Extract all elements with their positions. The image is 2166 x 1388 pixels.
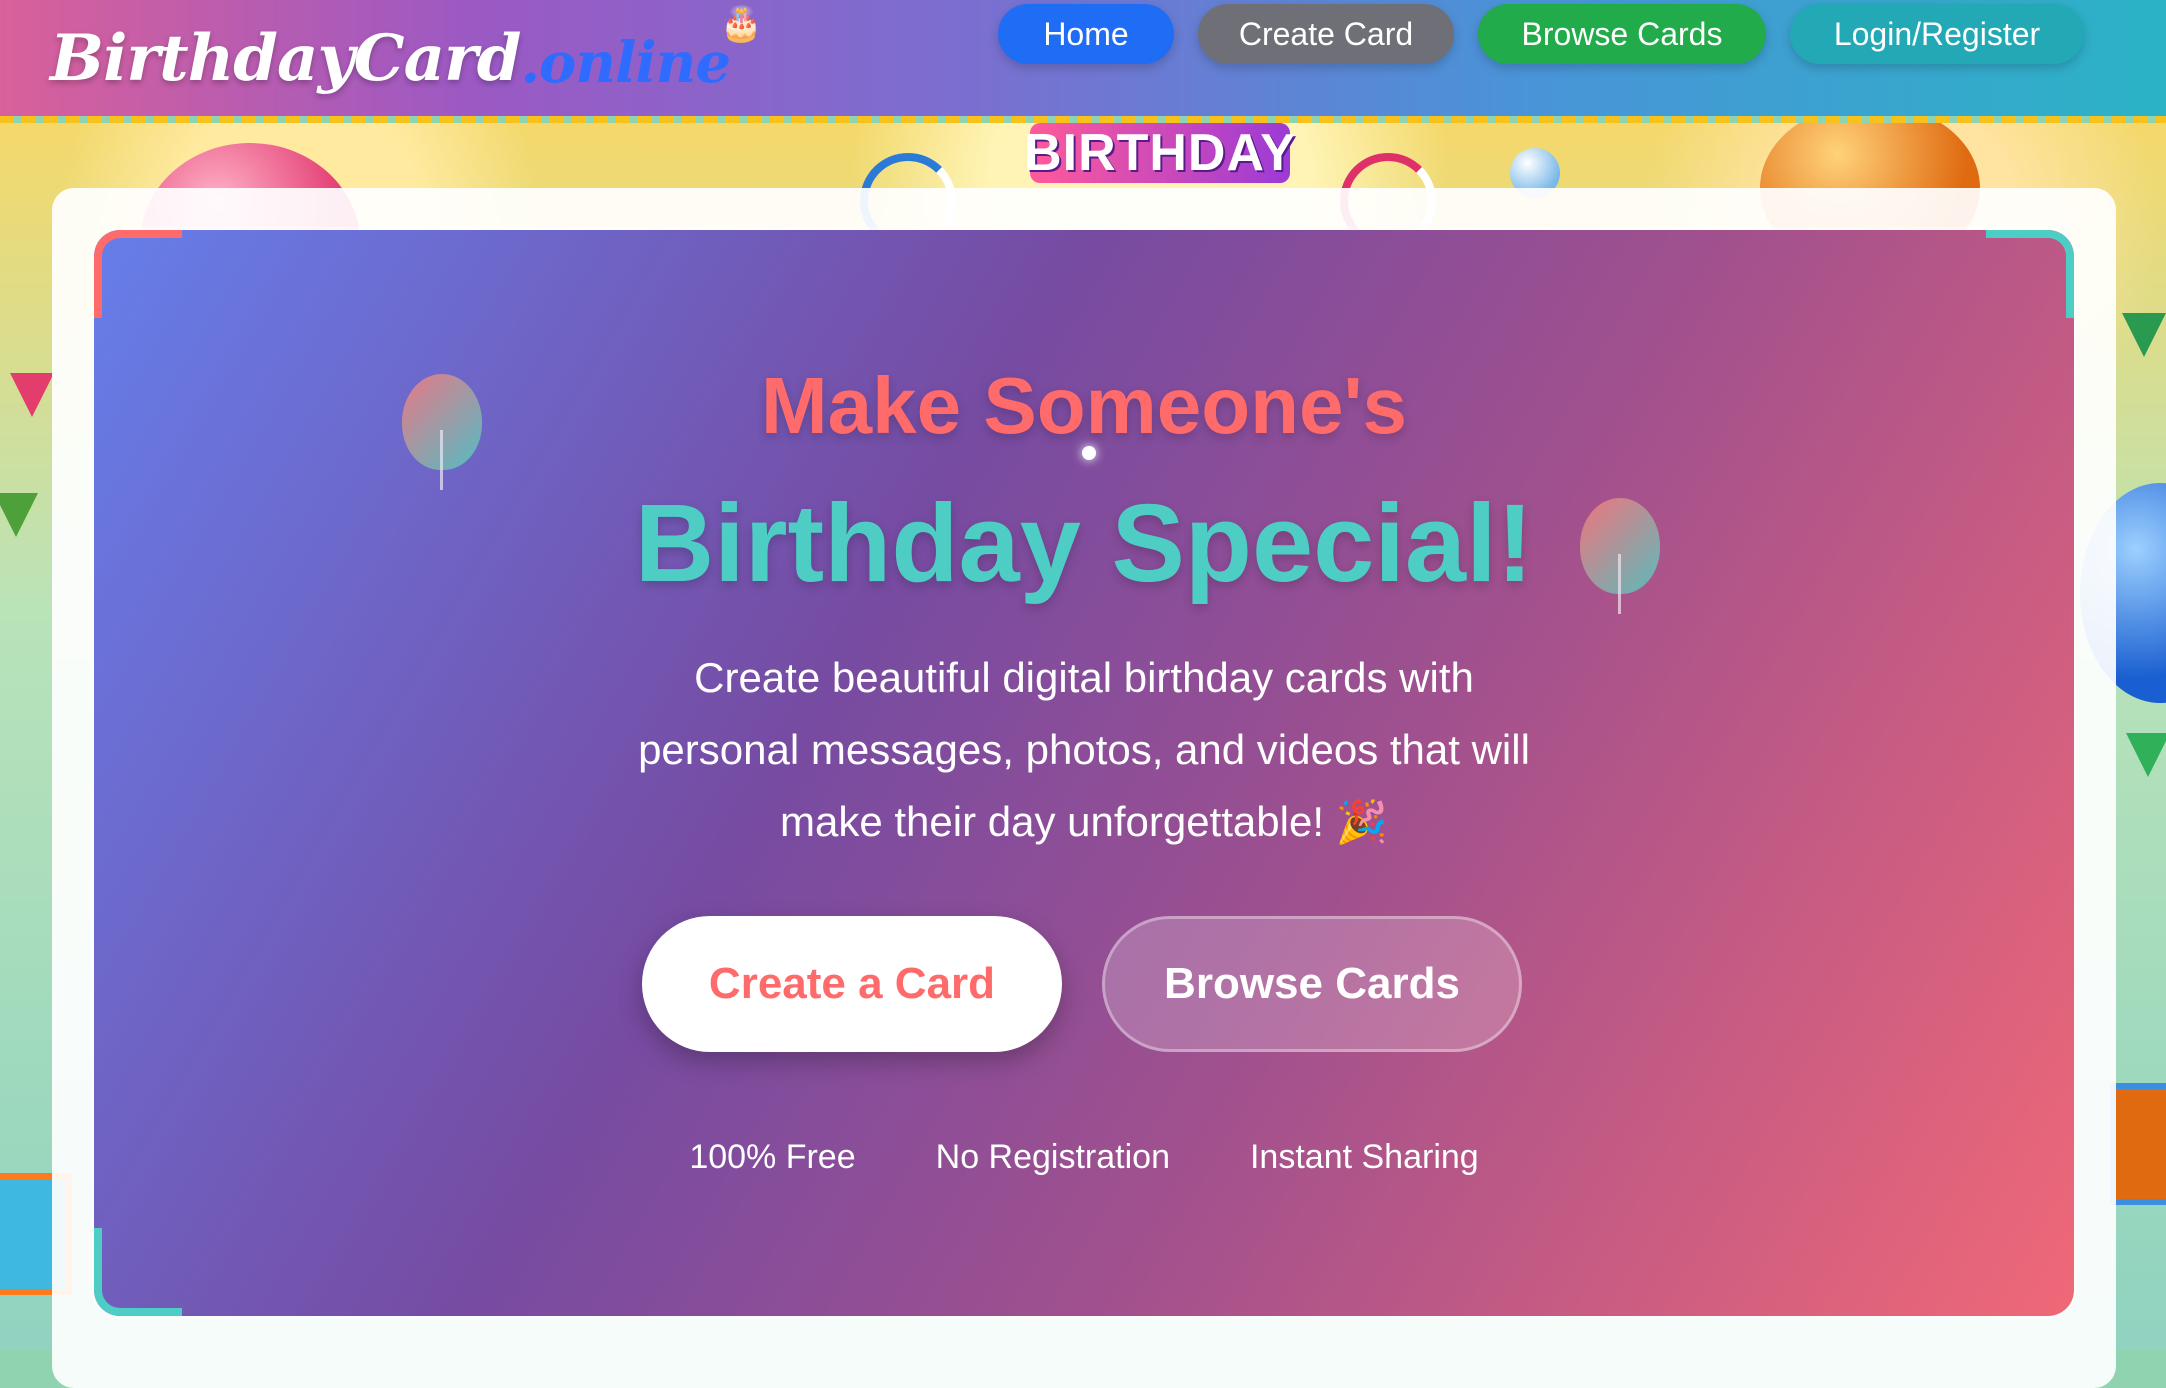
corner-accent <box>94 1228 182 1316</box>
feature-list: 100% Free No Registration Instant Sharin… <box>94 1138 2074 1177</box>
corner-accent <box>94 230 182 318</box>
gift-box-decoration <box>2110 1083 2166 1205</box>
nav-browse-cards-button[interactable]: Browse Cards <box>1478 4 1766 64</box>
hero-subtitle: Create beautiful digital birthday cards … <box>638 654 1530 845</box>
logo-text: BirthdayCard <box>50 21 521 96</box>
site-logo[interactable]: BirthdayCard .online 🎂 <box>50 5 772 96</box>
bunting-flag <box>2126 733 2166 777</box>
birthday-banner-sign: BIRTHDAY <box>1024 123 1296 183</box>
bunting-flag <box>2122 313 2166 357</box>
create-card-button[interactable]: Create a Card <box>642 916 1062 1052</box>
header-dashed-border <box>0 116 2166 123</box>
bunting-flag <box>0 493 38 537</box>
nav-home-button[interactable]: Home <box>998 4 1174 64</box>
hero-headline-line2: Birthday Special! <box>634 482 1534 605</box>
bunting-flag <box>10 373 54 417</box>
browse-cards-button[interactable]: Browse Cards <box>1102 916 1522 1052</box>
hero-headline-line1: Make Someone's <box>761 361 1407 450</box>
cake-icon: 🎂 <box>719 5 763 43</box>
logo-domain: .online <box>520 30 731 96</box>
site-header: BirthdayCard .online 🎂 Home Create Card … <box>0 0 2166 116</box>
corner-accent <box>1986 230 2074 318</box>
feature-no-registration: No Registration <box>935 1138 1170 1176</box>
hero-section: Make Someone's Birthday Special! Create … <box>94 230 2074 1316</box>
feature-instant-sharing: Instant Sharing <box>1249 1138 1479 1176</box>
nav-create-card-button[interactable]: Create Card <box>1198 4 1454 64</box>
nav-login-register-button[interactable]: Login/Register <box>1790 4 2084 64</box>
feature-free: 100% Free <box>689 1138 856 1176</box>
